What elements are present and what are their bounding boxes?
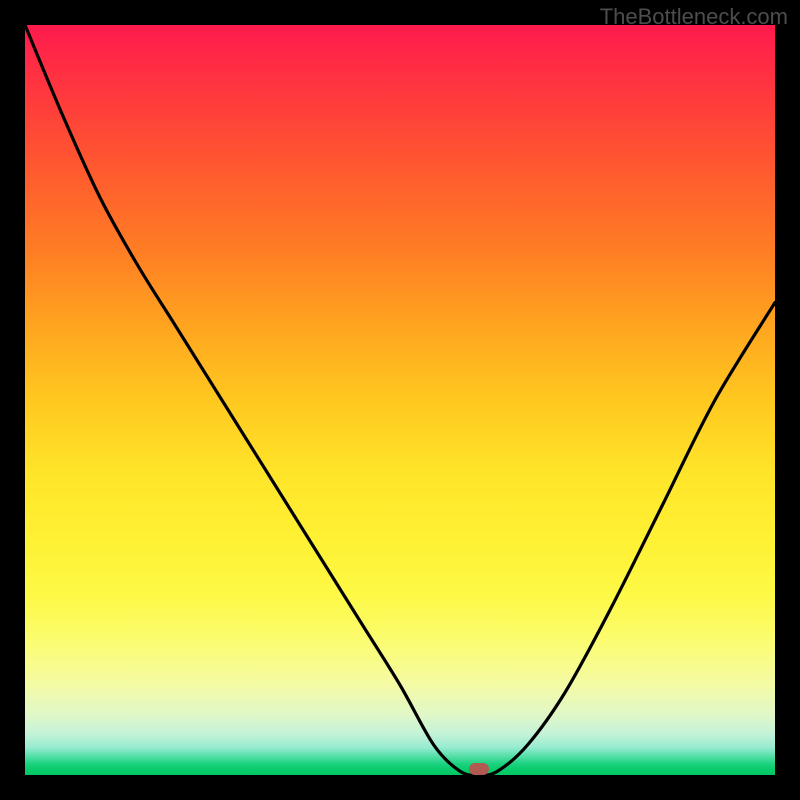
- bottleneck-curve-line: [25, 25, 775, 775]
- watermark-text: TheBottleneck.com: [600, 4, 788, 30]
- chart-curve-svg: [25, 25, 775, 775]
- chart-frame: TheBottleneck.com: [0, 0, 800, 800]
- optimal-point-marker: [469, 763, 489, 775]
